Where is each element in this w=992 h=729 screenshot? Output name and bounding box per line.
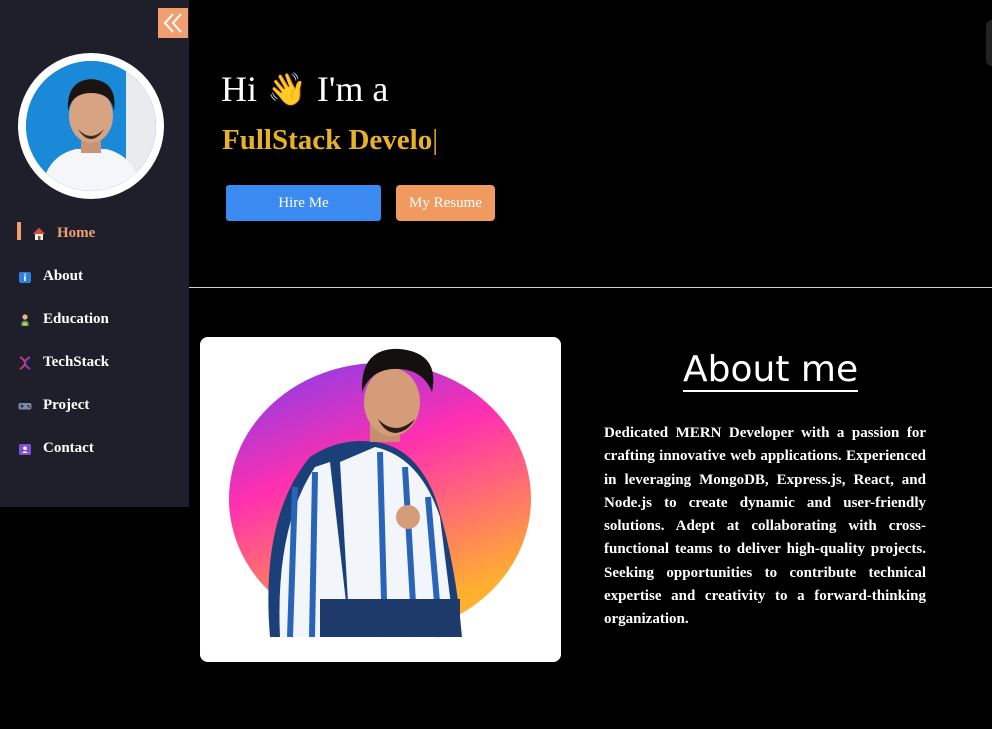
greeting-im-a: I'm a bbox=[316, 69, 389, 109]
portfolio-page: Home About Education TechStack Project C… bbox=[0, 0, 992, 729]
dna-icon bbox=[18, 355, 32, 370]
my-resume-button[interactable]: My Resume bbox=[396, 185, 495, 221]
sidebar-item-label: Project bbox=[43, 397, 90, 413]
sidebar-item-label: Contact bbox=[43, 440, 94, 456]
sidebar-item-label: About bbox=[43, 268, 84, 284]
about-photo-card bbox=[200, 337, 561, 662]
sidebar-item-contact[interactable]: Contact bbox=[0, 427, 189, 470]
active-indicator bbox=[17, 222, 21, 240]
sidebar-item-label: Education bbox=[43, 311, 109, 327]
profile-photo bbox=[26, 61, 156, 191]
sidebar-item-label: TechStack bbox=[43, 354, 110, 370]
typing-role-text: FullStack Develo| bbox=[222, 124, 438, 157]
sidebar-item-home[interactable]: Home bbox=[0, 212, 189, 255]
sidebar-collapse-button[interactable] bbox=[158, 8, 188, 38]
profile-avatar bbox=[18, 53, 164, 199]
about-title: About me bbox=[683, 349, 859, 392]
hire-me-button[interactable]: Hire Me bbox=[226, 185, 381, 221]
house-icon bbox=[32, 227, 46, 241]
greeting-hi: Hi bbox=[221, 69, 257, 109]
game-controller-icon bbox=[18, 399, 32, 413]
sidebar-item-techstack[interactable]: TechStack bbox=[0, 341, 189, 384]
sidebar-item-project[interactable]: Project bbox=[0, 384, 189, 427]
waving-hand-icon: 👋 bbox=[267, 71, 307, 107]
typing-caret: | bbox=[432, 124, 439, 156]
about-description: Dedicated MERN Developer with a passion … bbox=[604, 425, 926, 628]
sidebar: Home About Education TechStack Project C… bbox=[0, 0, 189, 507]
student-icon bbox=[18, 313, 32, 327]
sidebar-nav: Home About Education TechStack Project C… bbox=[0, 212, 189, 470]
section-divider bbox=[189, 287, 992, 288]
hero-greeting: Hi 👋 I'm a bbox=[221, 68, 388, 110]
sidebar-item-about[interactable]: About bbox=[0, 255, 189, 298]
avatar bbox=[26, 61, 156, 191]
sidebar-item-education[interactable]: Education bbox=[0, 298, 189, 341]
about-photo bbox=[200, 337, 561, 662]
scroll-tab[interactable] bbox=[986, 20, 992, 66]
double-chevron-left-icon bbox=[163, 13, 182, 33]
contact-card-icon bbox=[18, 442, 32, 456]
sidebar-item-label: Home bbox=[57, 225, 96, 241]
role-text: FullStack Develo bbox=[222, 124, 433, 156]
info-icon bbox=[18, 270, 32, 284]
